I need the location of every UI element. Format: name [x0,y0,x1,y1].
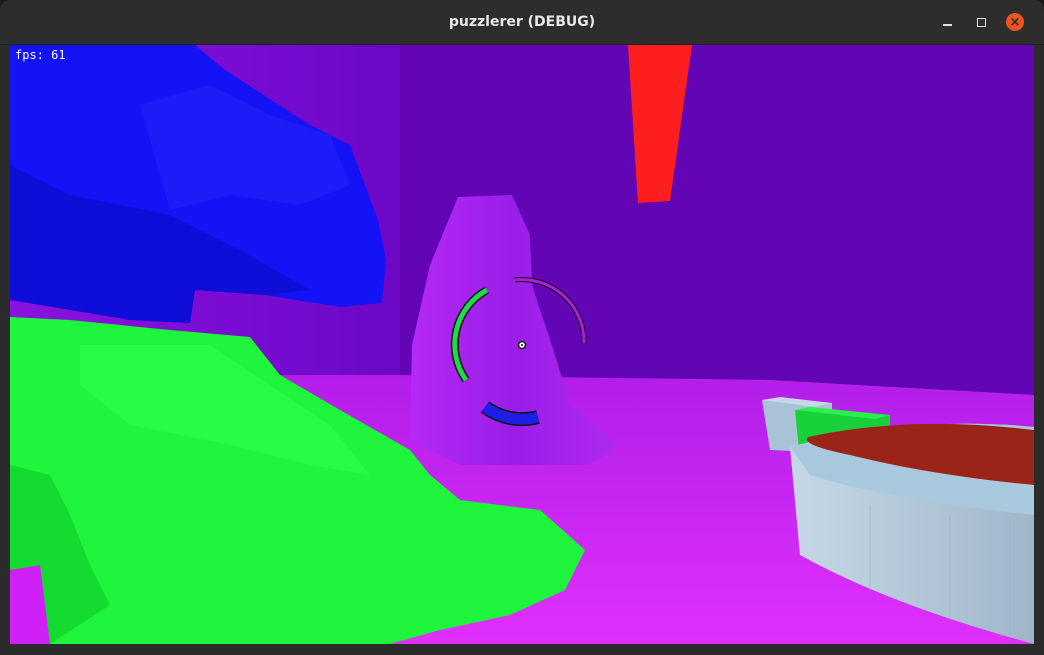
minimize-button[interactable] [938,13,956,31]
title-bar[interactable]: puzzlerer (DEBUG) × [0,0,1044,45]
maximize-icon [976,17,986,27]
close-button[interactable]: × [1006,13,1024,31]
close-icon: × [1009,14,1021,30]
window-title: puzzlerer (DEBUG) [448,14,596,30]
maximize-button[interactable] [972,13,990,31]
game-window: puzzlerer (DEBUG) × fps: 61 [0,0,1044,655]
game-viewport[interactable]: fps: 61 [10,45,1034,644]
scene-canvas [10,45,1034,644]
fps-counter: fps: 61 [15,48,66,62]
minimize-icon [942,24,952,26]
